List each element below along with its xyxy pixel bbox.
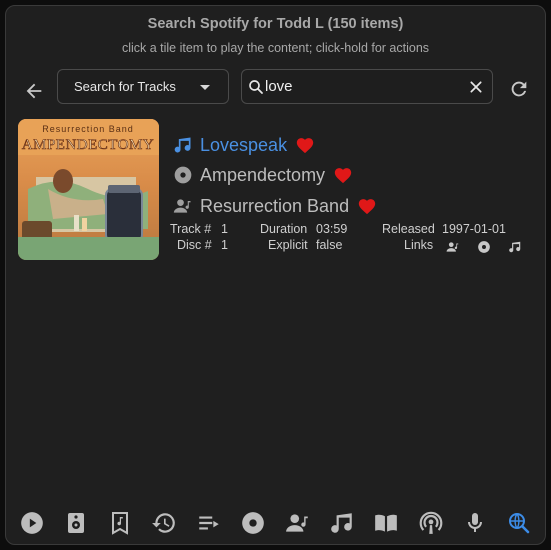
card-title: Search Spotify for Todd L (150 items)	[147, 16, 404, 32]
speaker-icon	[68, 513, 84, 533]
playlist-icon	[199, 516, 219, 530]
nav-podcasts-button[interactable]	[416, 506, 446, 540]
explicit-value: false	[316, 238, 343, 252]
album-row: Ampendectomy	[172, 161, 353, 189]
nav-devices-button[interactable]	[61, 506, 91, 540]
search-card: Search Spotify for Todd L (150 items) cl…	[5, 5, 546, 545]
close-icon	[470, 81, 482, 93]
track-row: Lovespeak	[172, 131, 315, 159]
artist-icon	[286, 514, 308, 532]
clear-search-button[interactable]	[466, 77, 486, 97]
links-label: Links	[404, 238, 434, 252]
arrow-left-icon	[26, 83, 42, 99]
search-icon	[247, 78, 265, 96]
refresh-button[interactable]	[506, 76, 532, 102]
search-type-label: Search for Tracks	[74, 79, 176, 94]
back-button[interactable]	[20, 77, 48, 105]
chevron-down-icon	[200, 85, 210, 90]
track-name[interactable]: Lovespeak	[200, 135, 287, 156]
card-subtitle: click a tile item to play the content; c…	[121, 41, 430, 55]
search-field	[241, 69, 493, 104]
microphone-icon	[468, 513, 482, 532]
duration-label: Duration	[260, 222, 308, 236]
nav-bookmarks-button[interactable]	[105, 506, 135, 540]
search-type-select[interactable]: Search for Tracks	[57, 69, 229, 104]
duration-value: 03:59	[316, 222, 348, 236]
heart-icon[interactable]	[295, 136, 315, 154]
music-note-icon	[172, 134, 194, 156]
explicit-label: Explicit	[268, 238, 308, 252]
podcast-icon	[419, 511, 443, 534]
released-label: Released	[382, 222, 435, 236]
track-link-icon[interactable]	[508, 240, 522, 254]
track-number-value: 1	[221, 222, 228, 236]
nav-search-button[interactable]	[504, 506, 534, 540]
nav-episodes-button[interactable]	[460, 506, 490, 540]
heart-icon[interactable]	[357, 197, 377, 215]
track-number-label: Track #	[170, 222, 212, 236]
book-icon	[375, 514, 397, 532]
history-icon	[152, 513, 175, 533]
album-icon	[242, 512, 264, 534]
nav-playlists-button[interactable]	[194, 506, 224, 540]
nav-tracks-button[interactable]	[327, 506, 357, 540]
play-circle-icon	[21, 512, 43, 534]
album-link-icon[interactable]	[477, 240, 491, 254]
refresh-icon	[511, 81, 527, 97]
artist-icon	[172, 195, 194, 217]
released-value: 1997-01-01	[442, 222, 506, 236]
heart-icon[interactable]	[333, 166, 353, 184]
nav-recent-button[interactable]	[149, 506, 179, 540]
search-web-icon	[509, 513, 530, 534]
music-note-icon	[331, 513, 352, 533]
disc-number-label: Disc #	[177, 238, 212, 252]
artist-name[interactable]: Resurrection Band	[200, 196, 349, 217]
album-icon	[172, 164, 194, 186]
bottom-nav-bar	[6, 506, 545, 540]
artist-row: Resurrection Band	[172, 192, 377, 220]
nav-albums-button[interactable]	[238, 506, 268, 540]
search-input[interactable]	[265, 78, 455, 95]
track-result-item[interactable]: Resurrection Band AMPENDECTOMY Lovespeak	[18, 119, 533, 261]
album-cover-image[interactable]: Resurrection Band AMPENDECTOMY	[18, 119, 159, 260]
cover-title-text: AMPENDECTOMY	[22, 137, 154, 153]
nav-audiobooks-button[interactable]	[371, 506, 401, 540]
disc-number-value: 1	[221, 238, 228, 252]
album-name[interactable]: Ampendectomy	[200, 165, 325, 186]
artist-link-icon[interactable]	[446, 240, 460, 254]
nav-player-button[interactable]	[17, 506, 47, 540]
nav-artists-button[interactable]	[283, 506, 313, 540]
cover-band-text: Resurrection Band	[42, 124, 134, 134]
bookmark-music-icon	[112, 512, 128, 535]
